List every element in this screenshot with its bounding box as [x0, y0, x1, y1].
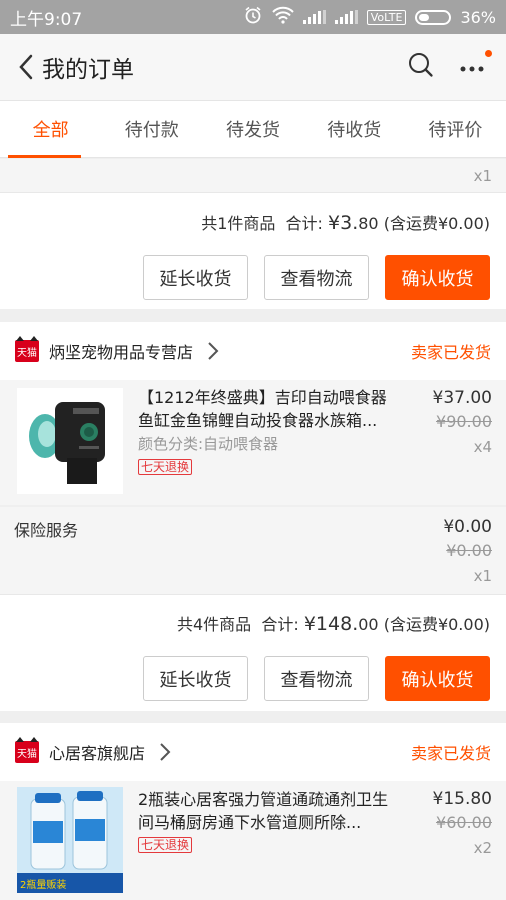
- shop-name[interactable]: 炳坚宠物用品专营店: [49, 339, 193, 363]
- tab-all[interactable]: 全部: [0, 101, 101, 158]
- total-decimal: 80: [358, 214, 379, 233]
- order-summary: 共1件商品 合计: ¥3.80 (含运费¥0.00): [201, 210, 490, 234]
- notification-dot: [485, 49, 492, 57]
- battery-percent: 36%: [460, 7, 496, 27]
- battery-icon: [415, 9, 452, 25]
- total-decimal: 00: [358, 615, 379, 634]
- search-icon: [409, 53, 433, 77]
- order1-shop-header[interactable]: 天猫 炳坚宠物用品专营店 卖家已发货: [0, 322, 506, 380]
- order1-product[interactable]: 【1212年终盛典】吉印自动喂食器鱼缸金鱼锦鲤自动投食器水族箱... 颜色分类:…: [0, 380, 506, 505]
- status-time: 上午9:07: [10, 9, 83, 30]
- order-tabs: 全部 待付款 待发货 待收货 待评价: [0, 100, 506, 158]
- insurance-original-price: ¥0.00: [446, 541, 492, 560]
- shop-name[interactable]: 心居客旗舰店: [49, 740, 145, 764]
- tmall-badge: 天猫: [15, 336, 39, 362]
- chevron-right-icon: [208, 342, 219, 360]
- total-label: 合计:: [285, 214, 329, 233]
- view-logistics-button[interactable]: 查看物流: [264, 255, 369, 300]
- back-button[interactable]: [0, 54, 34, 80]
- order2-product[interactable]: 2瓶量贩装 2瓶装心居客强力管道通疏通剂卫生间马桶厨房通下水管道厕所除... 七…: [0, 781, 506, 900]
- seven-day-return-tag: 七天退换: [138, 459, 193, 475]
- tab-pending-payment[interactable]: 待付款: [101, 101, 202, 157]
- chevron-left-icon: [19, 54, 33, 80]
- more-icon: [460, 66, 484, 71]
- confirm-receipt-button[interactable]: 确认收货: [385, 656, 490, 701]
- shipping-note: (含运费¥0.00): [383, 615, 490, 634]
- thumb-caption: 2瓶量贩装: [20, 880, 67, 891]
- search-button[interactable]: [408, 52, 434, 82]
- original-price: ¥90.00: [436, 412, 492, 431]
- shipping-note: (含运费¥0.00): [383, 214, 490, 233]
- nav-bar: 我的订单: [0, 34, 506, 100]
- product-image: 2瓶量贩装: [17, 787, 123, 893]
- item-quantity: x4: [473, 438, 492, 456]
- original-price: ¥60.00: [436, 813, 492, 832]
- signal-icon: [302, 10, 326, 24]
- chevron-right-icon: [160, 743, 171, 761]
- product-title: 2瓶装心居客强力管道通疏通剂卫生间马桶厨房通下水管道厕所除...: [138, 790, 389, 832]
- more-button[interactable]: [460, 49, 492, 77]
- order1-footer: 共4件商品 合计: ¥148.00 (含运费¥0.00) 延长收货 查看物流 确…: [0, 594, 506, 711]
- product-price: ¥37.00: [432, 388, 492, 408]
- product-spec: 颜色分类:自动喂食器: [138, 435, 279, 453]
- insurance-price: ¥0.00: [443, 517, 492, 537]
- item-quantity: x2: [473, 839, 492, 857]
- product-image: [17, 388, 123, 494]
- signal-icon-2: [334, 10, 358, 24]
- product-price: ¥15.80: [432, 789, 492, 809]
- page-title: 我的订单: [42, 57, 134, 83]
- order0-footer: 共1件商品 合计: ¥3.80 (含运费¥0.00) 延长收货 查看物流 确认收…: [0, 192, 506, 309]
- item-count: 共1件商品: [201, 214, 276, 233]
- extend-receipt-button[interactable]: 延长收货: [143, 255, 248, 300]
- order-summary: 共4件商品 合计: ¥148.00 (含运费¥0.00): [177, 611, 490, 635]
- product-title: 【1212年终盛典】吉印自动喂食器鱼缸金鱼锦鲤自动投食器水族箱...: [138, 388, 387, 430]
- total-amount: ¥3.: [328, 212, 359, 234]
- tab-pending-review[interactable]: 待评价: [405, 101, 506, 157]
- tmall-badge: 天猫: [15, 737, 39, 763]
- wifi-icon: [272, 6, 294, 28]
- order-status: 卖家已发货: [410, 343, 491, 362]
- order-status: 卖家已发货: [410, 744, 491, 763]
- tab-pending-shipment[interactable]: 待发货: [202, 101, 303, 157]
- volte-badge: VoLTE: [366, 9, 407, 25]
- order2-shop-header[interactable]: 天猫 心居客旗舰店 卖家已发货: [0, 723, 506, 781]
- seven-day-return-tag: 七天退换: [138, 837, 193, 853]
- insurance-quantity: x1: [473, 567, 492, 585]
- total-amount: ¥148.: [303, 613, 359, 635]
- view-logistics-button[interactable]: 查看物流: [264, 656, 369, 701]
- total-label: 合计:: [261, 615, 304, 634]
- confirm-receipt-button[interactable]: 确认收货: [385, 255, 490, 300]
- status-bar: 上午9:07 VoLTE 36%: [0, 0, 506, 34]
- extend-receipt-button[interactable]: 延长收货: [143, 656, 248, 701]
- insurance-row: 保险服务 ¥0.00 ¥0.00 x1: [0, 507, 506, 594]
- tab-pending-receipt[interactable]: 待收货: [304, 101, 405, 157]
- order0-item-tail: x1: [0, 159, 506, 192]
- item-count: 共4件商品: [177, 615, 252, 634]
- insurance-label: 保险服务: [14, 521, 79, 540]
- item-quantity: x1: [473, 167, 492, 185]
- alarm-icon: [243, 5, 263, 29]
